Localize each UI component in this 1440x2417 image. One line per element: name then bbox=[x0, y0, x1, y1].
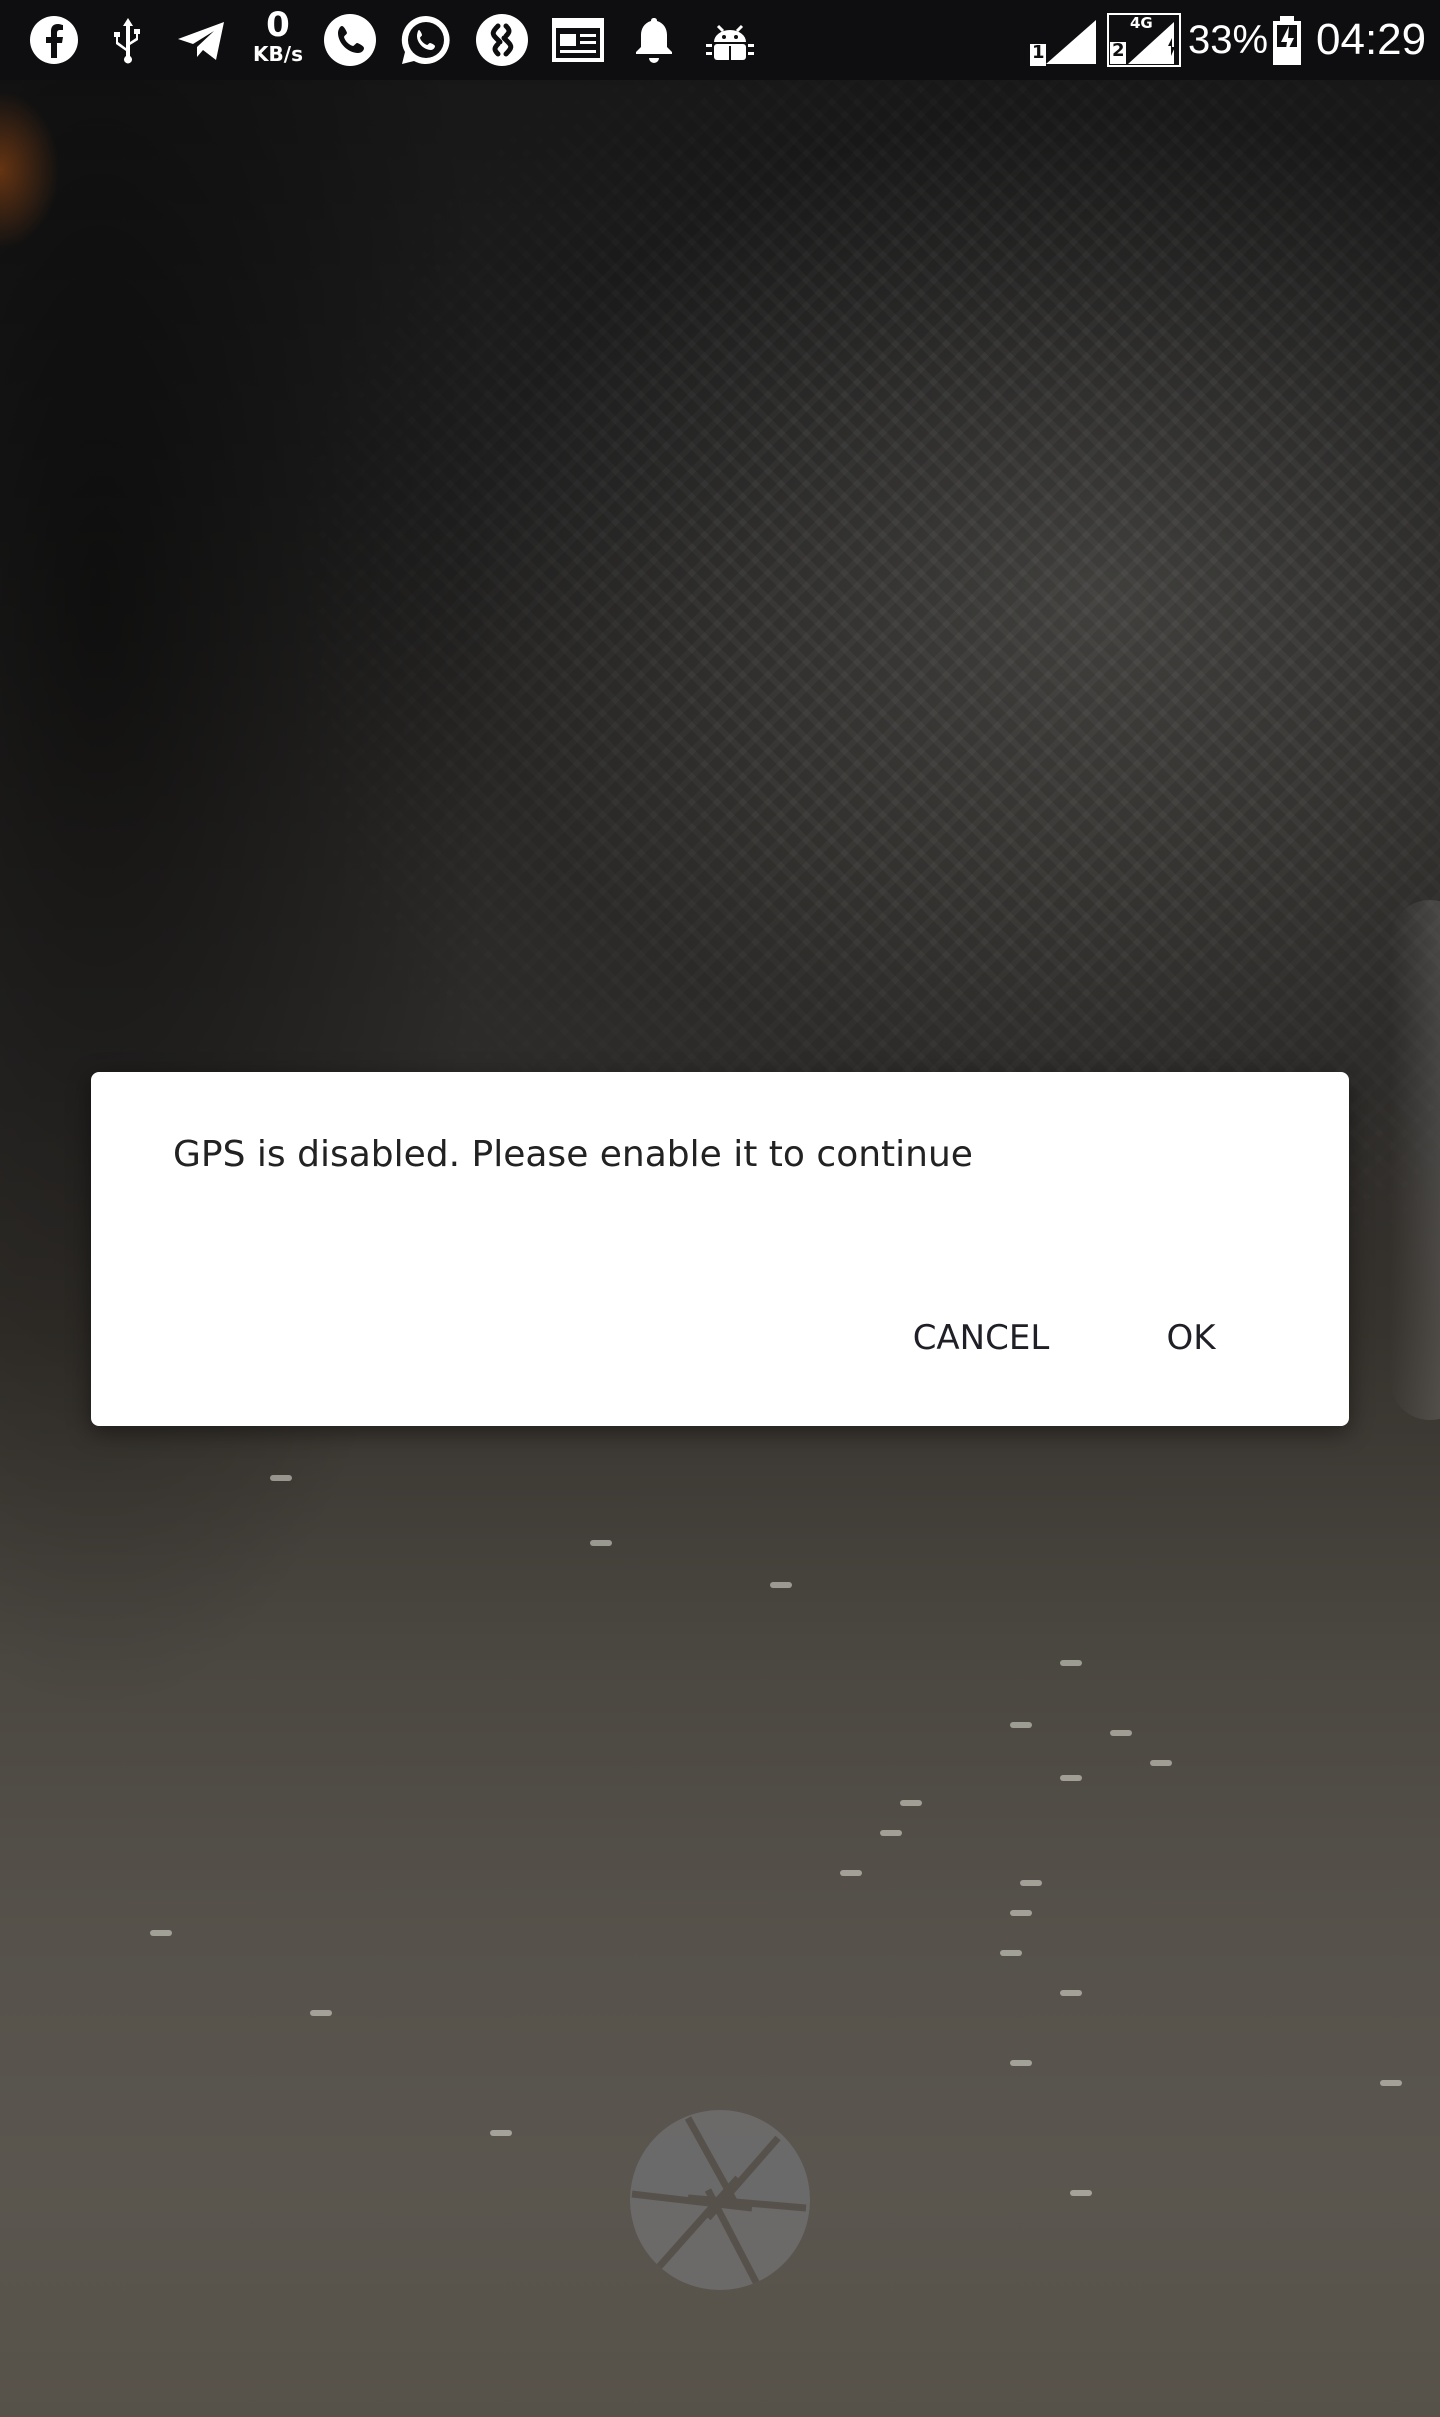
viewfinder-speck bbox=[1060, 1775, 1082, 1781]
viewfinder-speck bbox=[270, 1475, 292, 1481]
status-clock: 04:29 bbox=[1316, 15, 1427, 64]
facebook-icon bbox=[26, 12, 82, 68]
viewfinder-speck bbox=[1060, 1990, 1082, 1996]
viewfinder-speck bbox=[1000, 1950, 1022, 1956]
viewfinder-speck bbox=[490, 2130, 512, 2136]
viewfinder-glow bbox=[0, 90, 60, 250]
android-debug-icon bbox=[702, 12, 758, 68]
telegram-icon bbox=[174, 12, 230, 68]
viewfinder-speck bbox=[1010, 1722, 1032, 1728]
sim2-network-label: 4G bbox=[1130, 14, 1153, 32]
sim1-label: 1 bbox=[1032, 42, 1045, 63]
sim2-4g-signal-icon: 4G 2 bbox=[1106, 12, 1182, 68]
ok-button[interactable]: OK bbox=[1151, 1296, 1231, 1380]
viewfinder-speck bbox=[1070, 2190, 1092, 2196]
viewfinder-speck bbox=[1010, 1910, 1032, 1916]
news-icon bbox=[550, 12, 606, 68]
viewfinder-speck bbox=[1150, 1760, 1172, 1766]
usb-icon bbox=[100, 12, 156, 68]
viewfinder-speck bbox=[770, 1582, 792, 1588]
camera-shutter-icon bbox=[630, 2110, 810, 2290]
network-speed-indicator: 0 KB/s bbox=[244, 8, 312, 72]
camera-screen: 0 KB/s 1 4G 2 33% 04:29 GPS is disabled.… bbox=[0, 0, 1440, 2417]
notification-bell-icon bbox=[626, 12, 682, 68]
shazam-icon bbox=[474, 12, 530, 68]
viewfinder-speck bbox=[900, 1800, 922, 1806]
viewfinder-speck bbox=[880, 1830, 902, 1836]
phone-call-icon bbox=[322, 12, 378, 68]
battery-charging-icon bbox=[1270, 12, 1304, 68]
viewfinder-speck bbox=[1020, 1880, 1042, 1886]
sim2-label: 2 bbox=[1112, 40, 1125, 61]
viewfinder-speck bbox=[840, 1870, 862, 1876]
viewfinder-speck bbox=[150, 1930, 172, 1936]
cancel-button[interactable]: CANCEL bbox=[891, 1296, 1071, 1380]
whatsapp-icon bbox=[398, 12, 454, 68]
viewfinder-speck bbox=[1380, 2080, 1402, 2086]
status-bar: 0 KB/s 1 4G 2 33% 04:29 bbox=[0, 0, 1440, 80]
network-speed-value: 0 bbox=[266, 5, 290, 45]
viewfinder-speck bbox=[1110, 1730, 1132, 1736]
dialog-message: GPS is disabled. Please enable it to con… bbox=[173, 1134, 973, 1175]
camera-shutter-button[interactable] bbox=[628, 2108, 812, 2292]
network-speed-unit: KB/s bbox=[253, 42, 303, 66]
viewfinder-speck bbox=[590, 1540, 612, 1546]
viewfinder-speck bbox=[1060, 1660, 1082, 1666]
viewfinder-edge-highlight bbox=[1390, 900, 1440, 1420]
viewfinder-speck bbox=[310, 2010, 332, 2016]
viewfinder-speck bbox=[1010, 2060, 1032, 2066]
gps-disabled-dialog: GPS is disabled. Please enable it to con… bbox=[91, 1072, 1349, 1426]
battery-percent: 33% bbox=[1188, 18, 1269, 62]
sim1-signal-icon: 1 bbox=[1028, 12, 1098, 68]
